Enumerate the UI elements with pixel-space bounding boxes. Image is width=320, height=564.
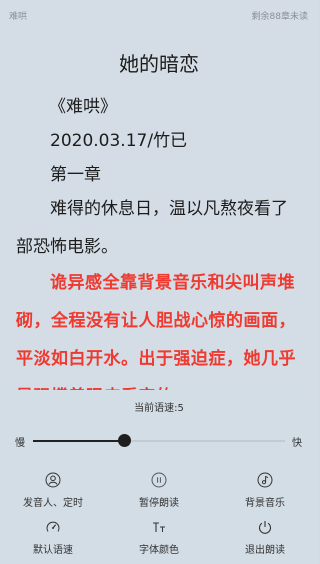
pause-button[interactable]: 暂停朗读	[106, 472, 212, 512]
exit-reading-button[interactable]: 退出朗读	[212, 519, 318, 559]
chapter-title: 她的暗恋	[119, 52, 199, 76]
pause-icon	[151, 472, 167, 488]
background-music-button[interactable]: 背景音乐	[212, 472, 318, 512]
text-line: 部恐怖电影。	[16, 237, 118, 257]
power-icon	[257, 519, 273, 535]
exit-reading-label: 退出朗读	[245, 545, 285, 556]
font-color-button[interactable]: 字体颜色	[106, 519, 212, 559]
text-line: 《难哄》	[49, 97, 117, 117]
person-icon	[45, 472, 61, 488]
text-line: 第一章	[50, 165, 101, 185]
reader-page: 难哄 剩余88章未读 她的暗恋 《难哄》 2020.03.17/竹已 第一章 难…	[0, 0, 318, 564]
speed-slider-fill	[33, 440, 124, 442]
fast-label: 快	[292, 438, 302, 449]
default-speed-button[interactable]: 默认语速	[0, 519, 106, 559]
status-bar: 难哄 剩余88章未读	[0, 0, 318, 26]
pause-label: 暂停朗读	[139, 498, 179, 509]
highlighted-line: 砌，全程没有让人胆战心惊的画面，	[16, 311, 296, 331]
text-line: 难得的休息日，温以凡熬夜看了	[50, 199, 288, 219]
book-title: 难哄	[9, 12, 28, 22]
voice-timer-button[interactable]: 发音人、定时	[0, 472, 106, 512]
remaining-chapters: 剩余88章未读	[251, 12, 308, 22]
speed-slider-thumb[interactable]	[117, 434, 131, 447]
text-line: 2020.03.17/竹已	[50, 131, 188, 151]
gauge-icon	[45, 519, 61, 535]
reading-content[interactable]: 她的暗恋 《难哄》 2020.03.17/竹已 第一章 难得的休息日，温以凡熬夜…	[0, 40, 318, 390]
background-music-label: 背景音乐	[245, 498, 285, 509]
default-speed-label: 默认语速	[33, 545, 73, 556]
font-color-label: 字体颜色	[139, 545, 179, 556]
voice-timer-label: 发音人、定时	[23, 498, 83, 509]
text-size-icon	[151, 519, 167, 535]
highlighted-line: 是强撑着眼皮看完的	[16, 382, 174, 390]
speed-slider[interactable]	[33, 434, 285, 447]
tts-control-panel: 当前语速:5 慢 快 发音人、定时 暂停朗读 背景音乐 默认语速 字体颜色 退出…	[0, 390, 318, 564]
speed-label: 当前语速:5	[134, 403, 184, 414]
slow-label: 慢	[15, 438, 25, 449]
music-note-icon	[257, 472, 273, 488]
highlighted-line: 诡异感全靠背景音乐和尖叫声堆	[50, 273, 295, 293]
highlighted-line: 平淡如白开水。出于强迫症，她几乎	[16, 349, 296, 369]
